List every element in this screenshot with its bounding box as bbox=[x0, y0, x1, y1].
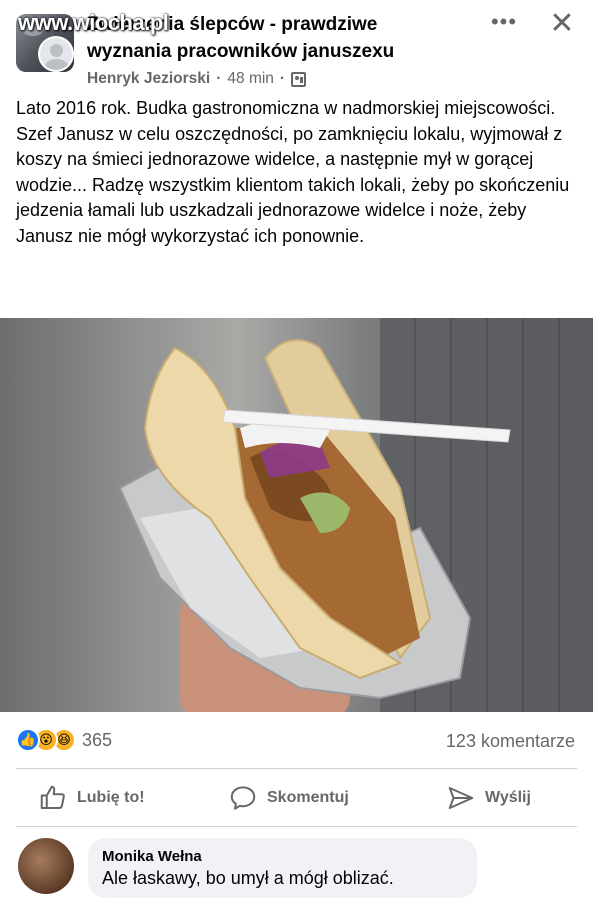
post-meta: Henryk Jeziorski · 48 min · bbox=[87, 70, 307, 88]
post-header: Zwierzenia ślepców - prawdziwe wyznania … bbox=[0, 0, 593, 95]
commenter-name[interactable]: Monika Wełna bbox=[102, 848, 463, 866]
reactions-summary[interactable]: 👍 😮 😆 365 bbox=[16, 728, 112, 752]
divider bbox=[16, 768, 577, 769]
watermark-logo: www.wiocha.pl bbox=[18, 10, 169, 35]
send-icon bbox=[448, 787, 474, 809]
author-avatar[interactable] bbox=[38, 36, 74, 72]
like-button[interactable]: Lubię to! bbox=[38, 780, 145, 816]
comment-button-label: Skomentuj bbox=[267, 789, 349, 806]
like-icon: 👍 bbox=[16, 728, 40, 752]
reaction-count: 365 bbox=[82, 729, 113, 750]
meta-separator: · bbox=[216, 70, 222, 87]
divider bbox=[16, 826, 577, 827]
post-text: Lato 2016 rok. Budka gastronomiczna w na… bbox=[16, 98, 570, 246]
close-button[interactable]: ✕ bbox=[544, 6, 580, 42]
meta-separator: · bbox=[279, 70, 286, 87]
comment-bubble[interactable]: Monika Wełna Ale łaskawy, bo umył a mógł… bbox=[88, 838, 477, 898]
more-options-button[interactable]: ••• bbox=[484, 9, 524, 36]
comment-text: Ale łaskawy, bo umył a mógł oblizać. bbox=[102, 868, 394, 888]
share-button-label: Wyślij bbox=[485, 789, 531, 806]
more-horizontal-icon: ••• bbox=[490, 9, 518, 34]
comment-button[interactable]: Skomentuj bbox=[228, 780, 349, 816]
commenter-avatar[interactable] bbox=[18, 838, 74, 894]
thumbs-up-icon bbox=[40, 785, 65, 809]
kebab-illustration bbox=[118, 339, 511, 700]
like-button-label: Lubię to! bbox=[77, 789, 145, 806]
post-time[interactable]: 48 min bbox=[227, 70, 274, 88]
comment-item: Monika Wełna Ale łaskawy, bo umył a mógł… bbox=[16, 838, 577, 900]
author-name[interactable]: Henryk Jeziorski bbox=[87, 70, 210, 88]
comment-bubble-icon bbox=[230, 786, 256, 810]
close-icon: ✕ bbox=[549, 7, 575, 40]
comment-count[interactable]: 123 komentarze bbox=[446, 731, 575, 752]
group-members-icon bbox=[291, 71, 307, 87]
post-photo[interactable] bbox=[0, 318, 593, 712]
share-button[interactable]: Wyślij bbox=[446, 780, 531, 816]
